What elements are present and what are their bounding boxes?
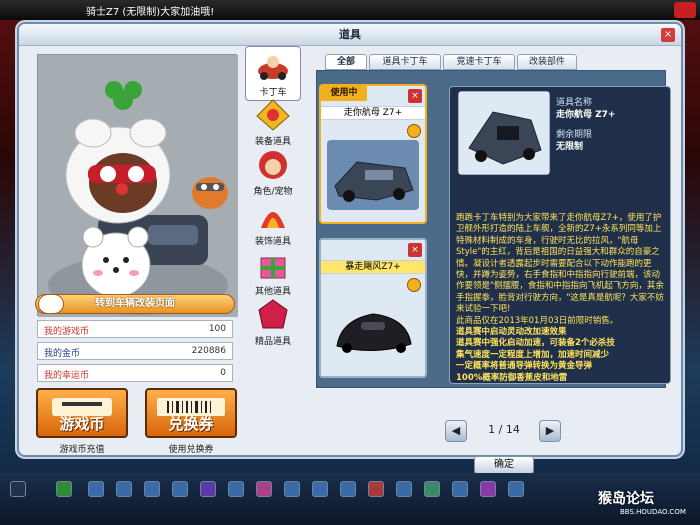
current-page: 1 — [488, 423, 496, 436]
description-line: 道具赛中强化启动加速，可装备2个必杀技 — [456, 338, 615, 349]
change-vehicle-page-button[interactable]: 转到车辆改装页面 — [35, 294, 235, 314]
guild-icon[interactable] — [256, 481, 272, 497]
tab-item-kart[interactable]: 道具卡丁车 — [369, 54, 441, 70]
category-decoration-label: 装饰道具 — [254, 237, 291, 247]
prev-page-button[interactable]: ◀ — [445, 420, 467, 442]
item-description: 跑跑卡丁车特别为大家带来了走你航母Z7+，使用了护卫舰外形打造的陆上车舰，全新的… — [456, 213, 666, 384]
item-detail-panel: 道具名称 走你航母 Z7+ 剩余期限 无限制 跑跑卡丁车特别为大家带来了走你航母… — [449, 86, 671, 384]
category-character-pet[interactable]: 角色/宠物 — [245, 148, 301, 197]
chat-icon[interactable] — [340, 481, 356, 497]
in-use-tag: 使用中 — [321, 86, 367, 101]
shop-icon[interactable] — [116, 481, 132, 497]
game-coin-recharge-caption: 游戏币充值 — [59, 445, 105, 455]
character-icon — [255, 148, 291, 182]
description-line: 此商品仅在2013年01月03日前限时销售。 — [456, 315, 619, 326]
home-icon[interactable] — [88, 481, 104, 497]
exit-icon[interactable] — [508, 481, 524, 497]
gold-coin-label: 我的金币 — [44, 349, 81, 359]
mail-icon[interactable] — [200, 481, 216, 497]
category-other-items[interactable]: 其他道具 — [245, 248, 301, 297]
description-line: 跑跑卡丁车特别为大家带来了走你航母Z7+，使用了护卫舰外形打造的陆上车舰，全新的… — [456, 213, 664, 315]
top-notice-bar: 骑士Z7 (无限制)大家加油哦! — [0, 0, 700, 20]
redeem-voucher-caption: 使用兑换券 — [168, 445, 214, 455]
decoration-icon — [255, 198, 291, 232]
item-name-value: 走你航母 Z7+ — [556, 110, 616, 120]
lucky-coin-label: 我的幸运币 — [44, 371, 90, 381]
garage-icon[interactable] — [172, 481, 188, 497]
close-icon[interactable]: × — [661, 28, 675, 42]
gold-coin-row: 我的金币 220886 — [37, 342, 233, 360]
category-other-items-label: 其他道具 — [254, 287, 291, 297]
category-kart-label: 卡丁车 — [259, 88, 287, 98]
lucky-coin-value: 0 — [220, 368, 226, 378]
redeem-voucher-button-label: 兑换券 — [168, 415, 214, 433]
item-card-2[interactable]: × 暴走飓风Z7+ — [319, 238, 427, 378]
notice-text: 骑士Z7 (无限制)大家加油哦! — [86, 7, 215, 18]
window-title: 道具 — [19, 24, 681, 46]
category-decoration[interactable]: 装饰道具 — [245, 198, 301, 247]
rank-icon[interactable] — [284, 481, 300, 497]
confirm-button[interactable]: 确定 — [474, 456, 534, 474]
total-pages: 14 — [505, 423, 520, 436]
other-items-icon — [255, 248, 291, 282]
music-icon[interactable] — [480, 481, 496, 497]
redeem-voucher-button[interactable]: 兑换券 — [145, 388, 237, 438]
lock-icon — [407, 124, 421, 138]
game-coin-value: 100 — [208, 324, 226, 334]
menu-icon[interactable] — [10, 481, 26, 497]
page-separator: / — [498, 423, 503, 436]
gold-coin-value: 220886 — [191, 346, 226, 356]
avatar-illustration — [38, 55, 238, 317]
event-icon[interactable] — [368, 481, 384, 497]
tab-all[interactable]: 全部 — [325, 54, 367, 70]
avatar-preview — [37, 54, 238, 317]
quest-icon[interactable] — [396, 481, 412, 497]
forum-watermark: 猴岛论坛 — [598, 491, 654, 507]
detail-kart-preview — [458, 91, 550, 175]
description-line: 道具赛中启动灵动改加速效果 — [456, 327, 567, 338]
premium-gem-icon — [255, 298, 291, 332]
category-premium-label: 精品道具 — [254, 337, 291, 347]
game-coin-label: 我的游戏币 — [44, 327, 90, 337]
game-coin-button-label: 游戏币 — [59, 415, 105, 433]
game-coin-recharge-button[interactable]: 游戏币 — [36, 388, 128, 438]
notification-icon[interactable] — [674, 2, 696, 18]
map-icon[interactable] — [424, 481, 440, 497]
item-name: 暴走飓风Z7+ — [321, 260, 425, 274]
category-equipment[interactable]: 装备道具 — [245, 98, 301, 147]
remove-icon[interactable]: × — [408, 243, 422, 257]
game-coin-row: 我的游戏币 100 — [37, 320, 233, 338]
game-taskbar — [0, 473, 700, 525]
category-premium[interactable]: 精品道具 — [245, 298, 301, 347]
forum-watermark-url: BBS.HOUDAO.COM — [620, 508, 686, 516]
settings-icon[interactable] — [312, 481, 328, 497]
tab-mod-parts[interactable]: 改装部件 — [517, 54, 577, 70]
item-window: 道具 × 转到车辆改装页面 我的游戏币 100 我的金币 220886 我的幸运… — [17, 22, 683, 474]
help-icon[interactable] — [452, 481, 468, 497]
description-line: 100%概率防御香蕉皮和地雷 — [456, 372, 568, 383]
kart-icon — [255, 49, 291, 83]
item-name: 走你航母 Z7+ — [321, 106, 425, 120]
kart-image — [327, 294, 419, 364]
item-card-1[interactable]: 使用中 × 走你航母 Z7+ — [319, 84, 427, 224]
back-icon[interactable] — [56, 481, 72, 497]
remove-icon[interactable]: × — [408, 89, 422, 103]
equipment-icon — [255, 98, 291, 132]
expiry-value: 无限制 — [556, 142, 584, 152]
next-page-button[interactable]: ▶ — [539, 420, 561, 442]
description-line: 一定概率将普通导弹转换为黄金导弹 — [456, 361, 593, 372]
lock-icon — [407, 278, 421, 292]
category-kart[interactable]: 卡丁车 — [245, 46, 301, 101]
page-indicator: 1 / 14 — [479, 423, 529, 436]
friend-icon[interactable] — [228, 481, 244, 497]
description-line: 集气速度一定程度上增加，加速时间减少 — [456, 349, 610, 360]
tab-racing-kart[interactable]: 竞速卡丁车 — [443, 54, 515, 70]
lucky-coin-row: 我的幸运币 0 — [37, 364, 233, 382]
category-equipment-label: 装备道具 — [254, 137, 291, 147]
category-character-pet-label: 角色/宠物 — [253, 187, 293, 197]
tool-icon[interactable] — [144, 481, 160, 497]
change-vehicle-page-label: 转到车辆改装页面 — [95, 298, 175, 309]
kart-image — [327, 140, 419, 210]
pointing-hand-icon — [38, 294, 64, 314]
